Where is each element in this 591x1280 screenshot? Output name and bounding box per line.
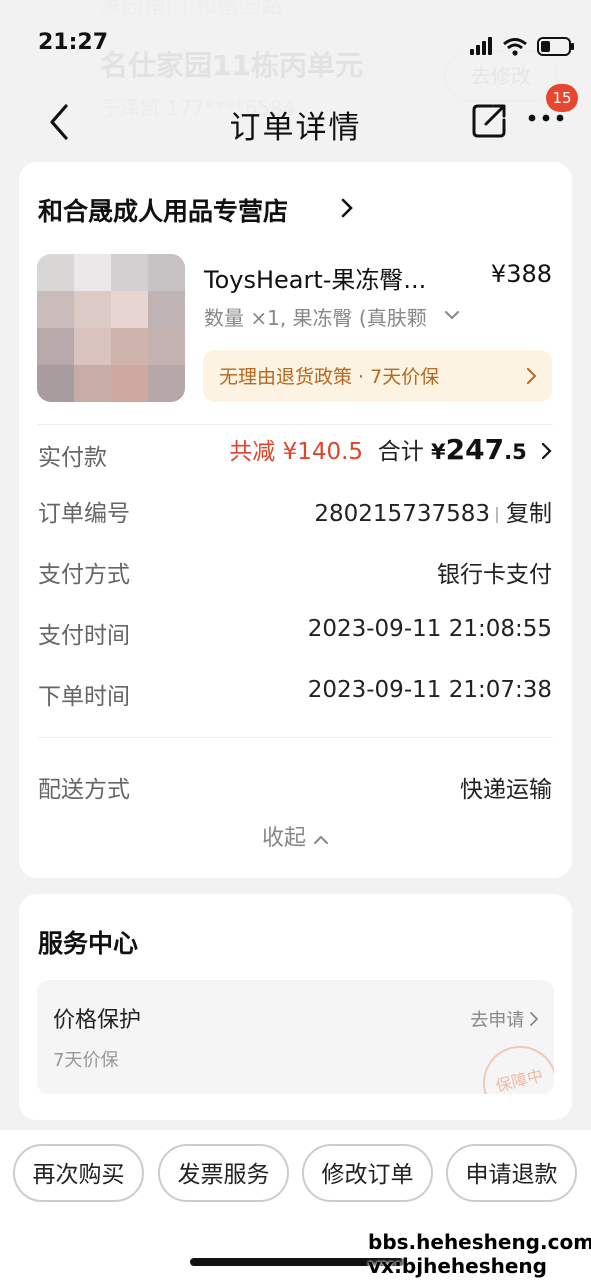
chevron-right-icon — [527, 368, 536, 384]
watermark-line1: bbs.hehesheng.com — [368, 1230, 591, 1254]
modify-order-button[interactable]: 修改订单 — [302, 1144, 433, 1202]
invoice-button[interactable]: 发票服务 — [158, 1144, 289, 1202]
status-icons — [470, 37, 574, 56]
divider — [38, 424, 553, 425]
notification-badge: 15 — [546, 84, 578, 112]
pay-method-label: 支付方式 — [38, 562, 130, 588]
total-currency: ¥ — [431, 440, 446, 464]
guarantee-stamp: 保障中 — [475, 1038, 554, 1094]
status-bar: 21:27 — [0, 0, 591, 90]
wifi-icon — [503, 38, 527, 56]
request-refund-button[interactable]: 申请退款 — [446, 1144, 577, 1202]
price-protection-item[interactable]: 价格保护 7天价保 去申请 保障中 — [37, 980, 554, 1094]
service-title: 服务中心 — [38, 929, 139, 958]
service-item-title: 价格保护 — [53, 1008, 142, 1033]
order-number: 280215737583 — [314, 501, 490, 527]
watermark-line2: vx:bjhehesheng — [368, 1254, 547, 1278]
paid-amount[interactable]: 共减 ¥140.5 合计 ¥247.5 — [229, 432, 552, 466]
paid-label: 实付款 — [38, 445, 107, 471]
copy-button[interactable]: 复制 — [506, 501, 552, 527]
collapse-label: 收起 — [261, 826, 306, 851]
chevron-right-icon — [341, 198, 353, 218]
chevron-right-icon — [542, 443, 552, 459]
total-decimal: .5 — [504, 440, 527, 464]
chevron-right-icon — [530, 1012, 539, 1026]
status-time: 21:27 — [38, 30, 109, 55]
separator — [496, 506, 498, 523]
order-number-row: 280215737583 复制 — [314, 494, 552, 528]
policy-banner[interactable]: 无理由退货政策 · 7天价保 — [203, 350, 552, 402]
divider — [38, 737, 553, 738]
order-card: 和合晟成人用品专营店 ToysHeart-果冻臀... ¥388 数量 ×1, … — [19, 162, 572, 878]
chevron-down-icon — [445, 311, 459, 320]
total-label: 合计 — [377, 439, 424, 465]
share-icon[interactable] — [470, 102, 508, 140]
discount-amount: 共减 ¥140.5 — [229, 439, 364, 465]
delivery-label: 配送方式 — [38, 777, 130, 803]
battery-icon — [537, 37, 574, 56]
product-name[interactable]: ToysHeart-果冻臀... — [204, 260, 426, 295]
product-thumbnail[interactable] — [37, 254, 185, 402]
collapse-toggle[interactable]: 收起 — [19, 820, 572, 852]
delivery-value: 快递运输 — [460, 777, 552, 803]
bottom-action-bar: 再次购买 发票服务 修改订单 申请退款 bbs.hehesheng.com vx… — [0, 1130, 591, 1280]
product-price: ¥388 — [490, 260, 552, 288]
total-integer: 247 — [445, 433, 505, 466]
pay-time-value: 2023-09-11 21:08:55 — [307, 616, 552, 642]
buy-again-button[interactable]: 再次购买 — [13, 1144, 144, 1202]
policy-text: 无理由退货政策 · 7天价保 — [219, 366, 440, 388]
pay-time-label: 支付时间 — [38, 623, 130, 649]
order-number-label: 订单编号 — [38, 501, 130, 527]
order-time-value: 2023-09-11 21:07:38 — [307, 677, 552, 703]
chevron-up-icon — [314, 835, 328, 844]
product-spec[interactable]: 数量 ×1, 果冻臀 (真肤颗 — [204, 302, 427, 331]
pay-method-value: 银行卡支付 — [437, 562, 552, 588]
service-card: 服务中心 价格保护 7天价保 去申请 保障中 — [19, 894, 572, 1120]
store-name[interactable]: 和合晟成人用品专营店 — [38, 192, 288, 228]
signal-icon — [470, 37, 492, 55]
apply-label: 去申请 — [470, 1010, 525, 1031]
service-item-subtitle: 7天价保 — [53, 1050, 119, 1071]
apply-link[interactable]: 去申请 — [470, 1006, 539, 1032]
nav-bar: 订单详情 15 — [0, 84, 591, 160]
order-time-label: 下单时间 — [38, 684, 130, 710]
